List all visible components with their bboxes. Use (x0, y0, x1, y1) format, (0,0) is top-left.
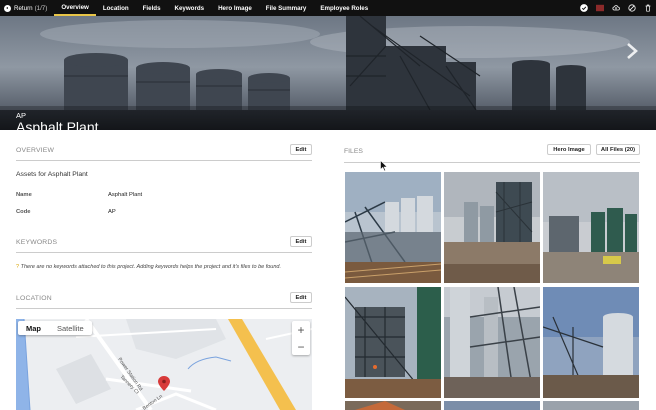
file-thumbnail[interactable] (345, 287, 441, 398)
hero-project-title: Asphalt Plant (16, 119, 99, 130)
location-edit-button[interactable]: Edit (290, 292, 312, 303)
code-label: Code (16, 209, 31, 215)
site-photo (444, 401, 540, 410)
return-button[interactable]: Return (1/7) (0, 0, 54, 16)
file-thumbnail[interactable] (444, 287, 540, 398)
hero-photo (0, 16, 656, 130)
location-heading: LOCATION (16, 295, 52, 302)
site-photo (543, 172, 639, 283)
file-thumbnail[interactable] (543, 287, 639, 398)
tab-keywords[interactable]: Keywords (168, 0, 212, 16)
trash-icon[interactable] (644, 4, 652, 12)
map-tab[interactable]: Map (18, 321, 49, 335)
color-swatch-icon[interactable] (596, 4, 604, 12)
zoom-out-button[interactable]: − (292, 338, 310, 355)
site-photo (444, 287, 540, 398)
keywords-empty-note: ? There are no keywords attached to this… (16, 263, 316, 271)
file-thumbnail[interactable] (345, 401, 441, 410)
hero-image-button[interactable]: Hero Image (547, 144, 591, 155)
location-map[interactable]: Power Station Rd Tannery Ct Benton Ln Ma… (16, 319, 312, 410)
file-thumbnail[interactable] (444, 401, 540, 410)
toolbar-icons (580, 0, 652, 16)
tab-overview[interactable]: Overview (54, 0, 96, 16)
name-value: Asphalt Plant (108, 192, 143, 198)
files-header: FILES Hero Image All Files (20) (344, 143, 640, 163)
satellite-tab[interactable]: Satellite (49, 321, 92, 335)
overview-heading: OVERVIEW (16, 147, 55, 154)
tab-employee-roles[interactable]: Employee Roles (313, 0, 375, 16)
return-count: (1/7) (34, 4, 48, 12)
overview-header: OVERVIEW Edit (16, 143, 312, 161)
check-icon[interactable] (580, 4, 588, 12)
keywords-heading: KEYWORDS (16, 239, 58, 246)
site-photo (345, 287, 441, 398)
file-thumbnail[interactable] (543, 172, 639, 283)
site-photo (543, 401, 639, 410)
overview-description: Assets for Asphalt Plant (16, 171, 88, 178)
top-nav: Return (1/7) Overview Location Fields Ke… (0, 0, 656, 16)
keywords-edit-button[interactable]: Edit (290, 236, 312, 247)
tab-fields[interactable]: Fields (136, 0, 168, 16)
block-icon[interactable] (628, 4, 636, 12)
all-files-button[interactable]: All Files (20) (596, 144, 640, 155)
keywords-header: KEYWORDS Edit (16, 235, 312, 253)
zoom-in-button[interactable]: + (292, 321, 310, 338)
overview-edit-button[interactable]: Edit (290, 144, 312, 155)
location-header: LOCATION Edit (16, 291, 312, 309)
site-photo (345, 172, 441, 283)
map-zoom-controls: + − (292, 321, 310, 355)
tab-hero-image[interactable]: Hero Image (211, 0, 259, 16)
name-label: Name (16, 192, 32, 198)
code-value: AP (108, 209, 116, 215)
keywords-note-text: There are no keywords attached to this p… (20, 264, 282, 270)
site-photo (444, 172, 540, 283)
back-arrow-icon (4, 4, 11, 12)
tab-file-summary[interactable]: File Summary (259, 0, 314, 16)
site-photo (345, 401, 441, 410)
chevron-right-icon[interactable] (626, 42, 638, 60)
file-thumbnail[interactable] (444, 172, 540, 283)
mouse-cursor-icon (380, 160, 388, 172)
file-thumbnail[interactable] (543, 401, 639, 410)
tab-location[interactable]: Location (96, 0, 136, 16)
files-heading: FILES (344, 148, 363, 155)
file-thumbnail[interactable] (345, 172, 441, 283)
hero-banner: AP Asphalt Plant (0, 16, 656, 130)
map-type-toggle: Map Satellite (18, 321, 92, 335)
site-photo (543, 287, 639, 398)
question-icon: ? (16, 264, 20, 270)
return-label: Return (14, 4, 33, 12)
cloud-upload-icon[interactable] (612, 4, 620, 12)
